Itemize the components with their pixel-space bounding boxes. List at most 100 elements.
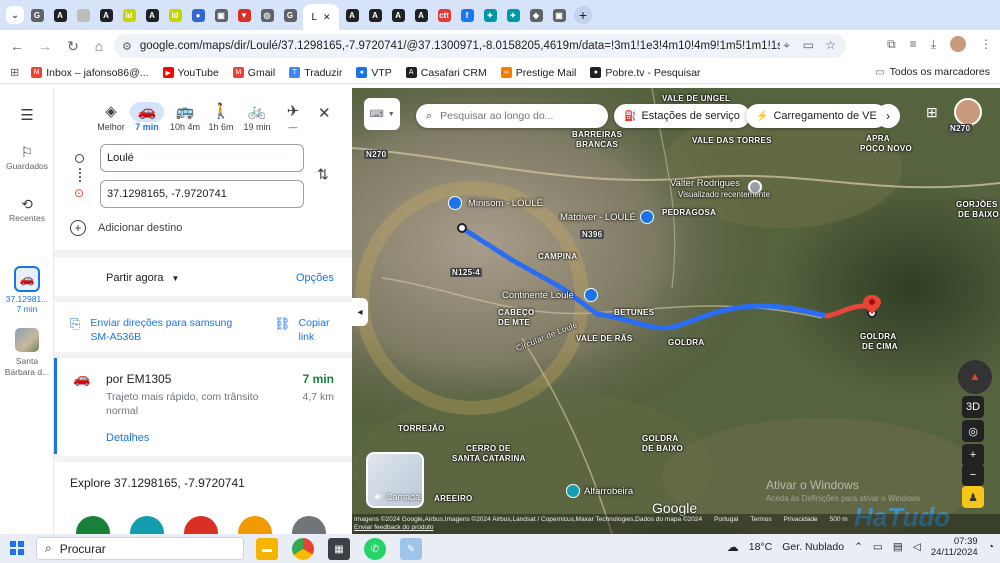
whatsapp-icon[interactable]: ✆ bbox=[364, 538, 386, 560]
new-tab-button[interactable]: + bbox=[574, 6, 592, 24]
tabs_right-1[interactable]: A bbox=[365, 6, 385, 24]
place-marker[interactable] bbox=[448, 196, 462, 210]
place-marker[interactable] bbox=[566, 484, 580, 498]
tabs_right-6[interactable]: ✦ bbox=[480, 6, 500, 24]
home-button[interactable]: ⌂ bbox=[88, 35, 110, 57]
profile-avatar[interactable] bbox=[950, 36, 966, 52]
recent-item-2[interactable]: Santa Bárbara d... bbox=[0, 328, 54, 378]
shopping-marker[interactable] bbox=[640, 210, 654, 224]
chip-ev-charging[interactable]: ⚡ Carregamento de VE bbox=[746, 104, 887, 128]
travel-mode-3[interactable]: 🚶 1h 6m bbox=[204, 102, 238, 132]
bookmark-item[interactable]: M Inbox – jafonso86@... bbox=[31, 67, 149, 79]
tabs_right-8[interactable]: ◆ bbox=[526, 6, 546, 24]
3d-button[interactable]: 3D bbox=[962, 396, 984, 418]
travel-mode-2[interactable]: 🚌 10h 4m bbox=[168, 102, 202, 132]
taskbar-search[interactable]: ⌕ Procurar bbox=[36, 537, 244, 560]
account-avatar[interactable] bbox=[954, 98, 982, 126]
site-info-icon[interactable]: ⚙ bbox=[122, 40, 132, 53]
tabs-4[interactable]: id bbox=[119, 6, 139, 24]
travel-mode-4[interactable]: 🚲 19 min bbox=[240, 102, 274, 132]
place-label[interactable]: Minisom - LOULÉ bbox=[468, 198, 543, 209]
apps-grid-icon[interactable]: ⊞ bbox=[10, 66, 19, 79]
tabs-5[interactable]: A bbox=[142, 6, 162, 24]
depart-now-dropdown[interactable]: Partir agora ▼ bbox=[106, 272, 179, 284]
zoom-in-button[interactable]: + bbox=[962, 444, 984, 466]
bookmark-item[interactable]: ▶ YouTube bbox=[162, 67, 219, 79]
download-icon[interactable]: ⤓ bbox=[931, 37, 936, 52]
tabs-2[interactable] bbox=[73, 6, 93, 24]
collapse-panel-button[interactable]: ◂ bbox=[352, 298, 368, 326]
scale-bar[interactable]: 500 m bbox=[830, 516, 848, 523]
travel-mode-0[interactable]: ◈ Melhor bbox=[94, 102, 128, 132]
menu-button[interactable]: ☰ bbox=[0, 106, 54, 124]
weather-temp[interactable]: 18°C bbox=[749, 541, 772, 553]
all-bookmarks[interactable]: ▭ Todos os marcadores bbox=[875, 66, 990, 78]
more-icon[interactable] bbox=[292, 516, 326, 534]
chrome-icon[interactable] bbox=[292, 538, 314, 560]
my-location-button[interactable]: ◎ bbox=[962, 420, 984, 442]
compass[interactable]: ▲ bbox=[958, 360, 992, 394]
place-label[interactable]: Valter Rodrigues bbox=[670, 178, 740, 189]
travel-mode-1[interactable]: 🚗 7 min bbox=[130, 102, 164, 132]
gas-station-icon[interactable] bbox=[184, 516, 218, 534]
tabs_right-4[interactable]: ctt bbox=[434, 6, 454, 24]
menu-kebab-icon[interactable]: ⋮ bbox=[980, 37, 992, 51]
tabs-6[interactable]: id bbox=[165, 6, 185, 24]
tabs_right-3[interactable]: A bbox=[411, 6, 431, 24]
tabs-0[interactable]: G bbox=[27, 6, 47, 24]
tabs_right-2[interactable]: A bbox=[388, 6, 408, 24]
place-label[interactable]: Continente Loulé bbox=[502, 290, 574, 301]
attribution-link[interactable]: Privacidade bbox=[784, 516, 818, 523]
location-icon[interactable]: ⌖ bbox=[783, 38, 790, 53]
tabs-11[interactable]: G bbox=[280, 6, 300, 24]
calculator-icon[interactable]: ▦ bbox=[328, 538, 350, 560]
keyboard-toggle[interactable]: ⌨ ▼ bbox=[364, 98, 400, 130]
media-icon[interactable]: ≡ bbox=[910, 37, 917, 51]
weather-desc[interactable]: Ger. Nublado bbox=[782, 541, 844, 553]
start-button[interactable] bbox=[10, 541, 24, 555]
copy-link-button[interactable]: ⛓ Copiar link bbox=[274, 316, 335, 344]
restaurant-icon[interactable] bbox=[76, 516, 110, 534]
options-button[interactable]: Opções bbox=[296, 272, 334, 284]
add-destination-button[interactable]: + Adicionar destino bbox=[70, 220, 182, 236]
tab-search-button[interactable]: ⌄ bbox=[6, 6, 24, 24]
place-label[interactable]: Matdiver - LOULÉ bbox=[560, 212, 636, 223]
tabs_right-0[interactable]: A bbox=[342, 6, 362, 24]
saved-button[interactable]: ⚐ Guardados bbox=[0, 144, 54, 171]
attribution-link[interactable]: Portugal bbox=[714, 516, 738, 523]
file-explorer-icon[interactable]: ▬ bbox=[256, 538, 278, 560]
bookmark-item[interactable]: ● VTP bbox=[356, 67, 392, 79]
clock[interactable]: 07:39 24/11/2024 bbox=[931, 536, 978, 558]
parking-icon[interactable] bbox=[238, 516, 272, 534]
cast-icon[interactable]: ▭ bbox=[803, 38, 814, 52]
zoom-out-button[interactable]: − bbox=[962, 464, 984, 486]
bookmark-item[interactable]: M Gmail bbox=[232, 67, 275, 79]
swap-button[interactable]: ⇅ bbox=[317, 166, 329, 183]
tabs-1[interactable]: A bbox=[50, 6, 70, 24]
bookmark-item[interactable]: ∞ Prestige Mail bbox=[500, 67, 576, 79]
search-along-route[interactable]: ⌕ bbox=[416, 104, 608, 128]
satellite-map[interactable]: ⌨▼ ⌕ ⛽ Estações de serviço ⚡ Carregament… bbox=[352, 88, 1000, 534]
chip-gas-stations[interactable]: ⛽ Estações de serviço bbox=[614, 104, 750, 128]
forward-button[interactable]: → bbox=[34, 35, 56, 57]
attribution-link[interactable]: Termos bbox=[750, 516, 771, 523]
reload-button[interactable]: ↻ bbox=[62, 35, 84, 57]
back-button[interactable]: ← bbox=[6, 35, 28, 57]
send-to-phone-button[interactable]: ⎘ Enviar direções para samsung SM-A536B bbox=[70, 316, 250, 344]
tabs_right-7[interactable]: ✦ bbox=[503, 6, 523, 24]
close-tab-icon[interactable]: ✕ bbox=[323, 12, 331, 23]
tabs-10[interactable]: ◎ bbox=[257, 6, 277, 24]
close-directions-button[interactable]: ✕ bbox=[318, 104, 331, 122]
notification-bell-icon[interactable]: ◔ bbox=[988, 541, 994, 553]
more-chips-button[interactable]: › bbox=[876, 104, 900, 128]
hotel-icon[interactable] bbox=[130, 516, 164, 534]
active-tab[interactable]: L ✕ bbox=[303, 4, 339, 30]
origin-input[interactable]: Loulé bbox=[100, 144, 304, 172]
tabs_right-9[interactable]: ▣ bbox=[549, 6, 569, 24]
weather-icon[interactable]: ☁ bbox=[727, 540, 739, 554]
recent-item-1[interactable]: 🚗 37.12981... 7 min bbox=[0, 266, 54, 314]
tabs-9[interactable]: ▼ bbox=[234, 6, 254, 24]
tabs_right-5[interactable]: f bbox=[457, 6, 477, 24]
feedback-link[interactable]: Enviar feedback do produto bbox=[354, 524, 434, 531]
battery-icon[interactable]: ▭ bbox=[873, 541, 883, 553]
